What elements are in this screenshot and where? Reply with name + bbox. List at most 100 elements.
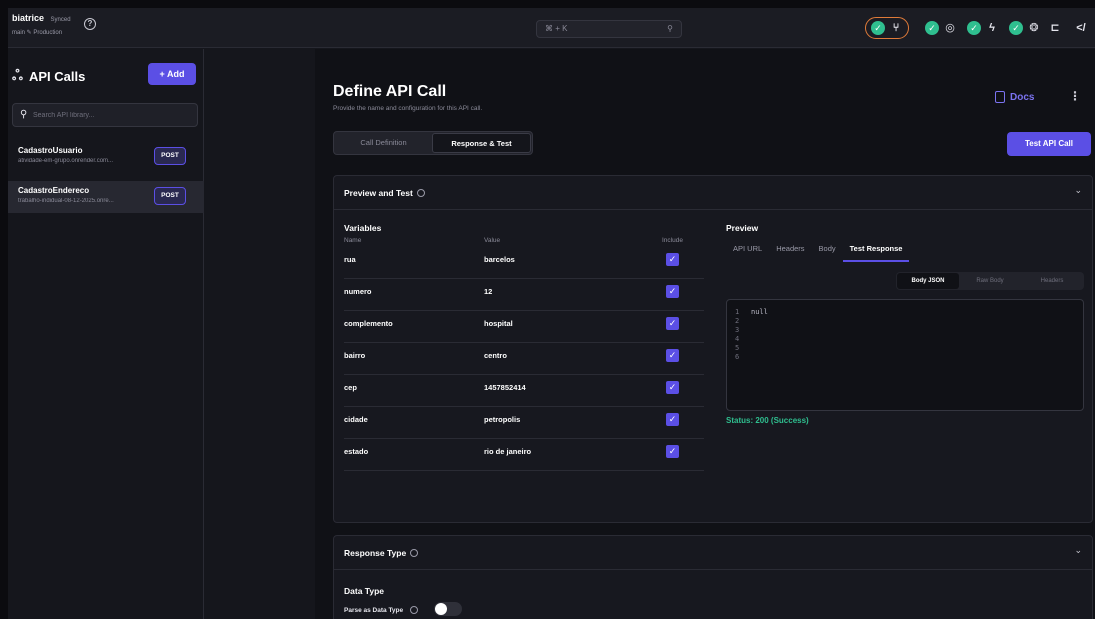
app-window: biatrice Synced main ✎ Production ? ⌘ + … [8,8,1095,619]
api-item-name: CadastroUsuario [18,146,83,155]
command-palette[interactable]: ⌘ + K ⚲ [536,20,682,38]
segment-body-json[interactable]: Body JSON [897,273,959,289]
tab-call-definition[interactable]: Call Definition [335,133,432,153]
chevron-down-icon[interactable]: ⌄ [1074,545,1082,556]
variable-row: bairro centro ✓ [344,343,704,375]
git-branch-icon: ⑂ [892,22,900,34]
check-circle-icon: ✓ [871,21,885,35]
api-item-name: CadastroEndereco [18,186,90,195]
variable-row: estado rio de janeiro ✓ [344,439,704,471]
top-bar: biatrice Synced main ✎ Production ? ⌘ + … [8,8,1095,48]
panel-title-label: Response Type [344,548,407,558]
tree-button[interactable]: ⊏ [1048,17,1062,39]
search-icon: ⚲ [20,109,28,120]
tree-structure-icon: ⊏ [1050,22,1060,34]
include-checkbox[interactable]: ✓ [666,317,679,330]
api-item-url: atividade-em-grupo.onrender.com... [18,158,114,164]
toggle-knob [435,603,447,615]
code-icon: </ [1076,22,1086,34]
lightning-icon: ϟ [989,22,995,34]
command-shortcut: ⌘ + K [545,24,568,33]
panel-header[interactable]: Response Type ⌄ [334,536,1092,570]
panel-title: Response Type [344,548,419,558]
variable-name: cep [344,383,357,392]
line-numbers: 1 2 3 4 5 6 [735,308,740,361]
parse-data-type-toggle[interactable] [434,602,462,616]
more-options-icon[interactable]: ⋮ [1069,89,1081,103]
variable-row: numero 12 ✓ [344,279,704,311]
include-checkbox[interactable]: ✓ [666,445,679,458]
response-type-panel: Response Type ⌄ Data Type Parse as Data … [333,535,1093,619]
include-checkbox[interactable]: ✓ [666,381,679,394]
method-badge: POST [154,187,186,205]
test-api-call-button[interactable]: Test API Call [1007,132,1091,156]
variable-name: complemento [344,319,393,328]
document-icon [995,91,1005,103]
docs-label: Docs [1010,91,1035,103]
response-status: Status: 200 (Success) [726,416,809,425]
include-checkbox[interactable]: ✓ [666,413,679,426]
variable-name: bairro [344,351,366,360]
variable-name: numero [344,287,372,296]
tab-body[interactable]: Body [812,238,843,262]
sync-status: Synced [50,17,71,23]
parse-label-text: Parse as Data Type [344,606,404,614]
response-body-text: null [751,308,768,316]
branch-indicator[interactable]: main ✎ Production [12,29,62,36]
tab-response-test[interactable]: Response & Test [432,133,531,153]
tab-test-response[interactable]: Test Response [842,238,910,262]
api-list-item-cadastroendereco[interactable]: CadastroEndereco trabalho-indidual-08-12… [8,181,204,213]
column-header-value: Value [484,237,501,244]
column-header-name: Name [344,237,362,244]
sidebar-title: ஃ API Calls [12,67,85,86]
project-name[interactable]: biatrice Synced [12,13,71,23]
include-checkbox[interactable]: ✓ [666,285,679,298]
variable-value[interactable]: barcelos [484,255,515,264]
include-checkbox[interactable]: ✓ [666,253,679,266]
segment-headers[interactable]: Headers [1021,273,1083,289]
variable-row: cep 1457852414 ✓ [344,375,704,407]
variable-value[interactable]: centro [484,351,507,360]
code-button[interactable]: </ [1074,17,1088,39]
preview-tabs: API URL Headers Body Test Response [726,238,910,262]
status-group-3[interactable]: ✓ ϟ [967,17,999,39]
variable-value[interactable]: hospital [484,319,513,328]
status-group-2[interactable]: ✓ ◎ [925,17,957,39]
variable-value[interactable]: 12 [484,287,492,296]
tab-api-url[interactable]: API URL [726,238,769,262]
info-icon [410,549,419,557]
sidebar-title-label: API Calls [28,69,86,84]
include-checkbox[interactable]: ✓ [666,349,679,362]
panel-title: Preview and Test [344,188,425,198]
variable-row: complemento hospital ✓ [344,311,704,343]
search-icon: ⚲ [667,24,673,33]
tab-headers[interactable]: Headers [769,238,811,262]
method-badge: POST [154,147,186,165]
variable-row: rua barcelos ✓ [344,247,704,279]
help-circle-icon[interactable]: ? [84,18,96,30]
parse-as-data-type-label: Parse as Data Type [344,606,419,614]
response-code-viewer[interactable]: 1 2 3 4 5 6 null [726,299,1084,411]
add-api-call-button[interactable]: + Add [148,63,196,85]
data-type-title: Data Type [344,586,384,596]
chevron-down-icon[interactable]: ⌄ [1074,185,1082,196]
variable-value[interactable]: rio de janeiro [484,447,531,456]
api-search-box[interactable]: ⚲ [12,103,198,127]
check-circle-icon: ✓ [967,21,981,35]
panel-header[interactable]: Preview and Test ⌄ [334,176,1092,210]
api-search-input[interactable] [33,108,193,122]
status-group-4[interactable]: ✓ ❂ [1009,17,1041,39]
api-network-icon: ஃ [12,67,23,83]
bug-icon: ❂ [1029,22,1039,34]
preview-title: Preview [726,223,759,233]
panel-title-label: Preview and Test [344,188,413,198]
status-group-1[interactable]: ✓ ⑂ [865,17,909,39]
info-icon [416,189,425,197]
variable-value[interactable]: petropolis [484,415,520,424]
variable-value[interactable]: 1457852414 [484,383,526,392]
segment-raw-body[interactable]: Raw Body [959,273,1021,289]
project-name-label: biatrice [12,13,45,23]
api-list-item-cadastrousuario[interactable]: CadastroUsuario atividade-em-grupo.onren… [8,141,204,173]
definition-tabs: Call Definition Response & Test [333,131,533,155]
docs-button[interactable]: Docs [995,91,1034,103]
